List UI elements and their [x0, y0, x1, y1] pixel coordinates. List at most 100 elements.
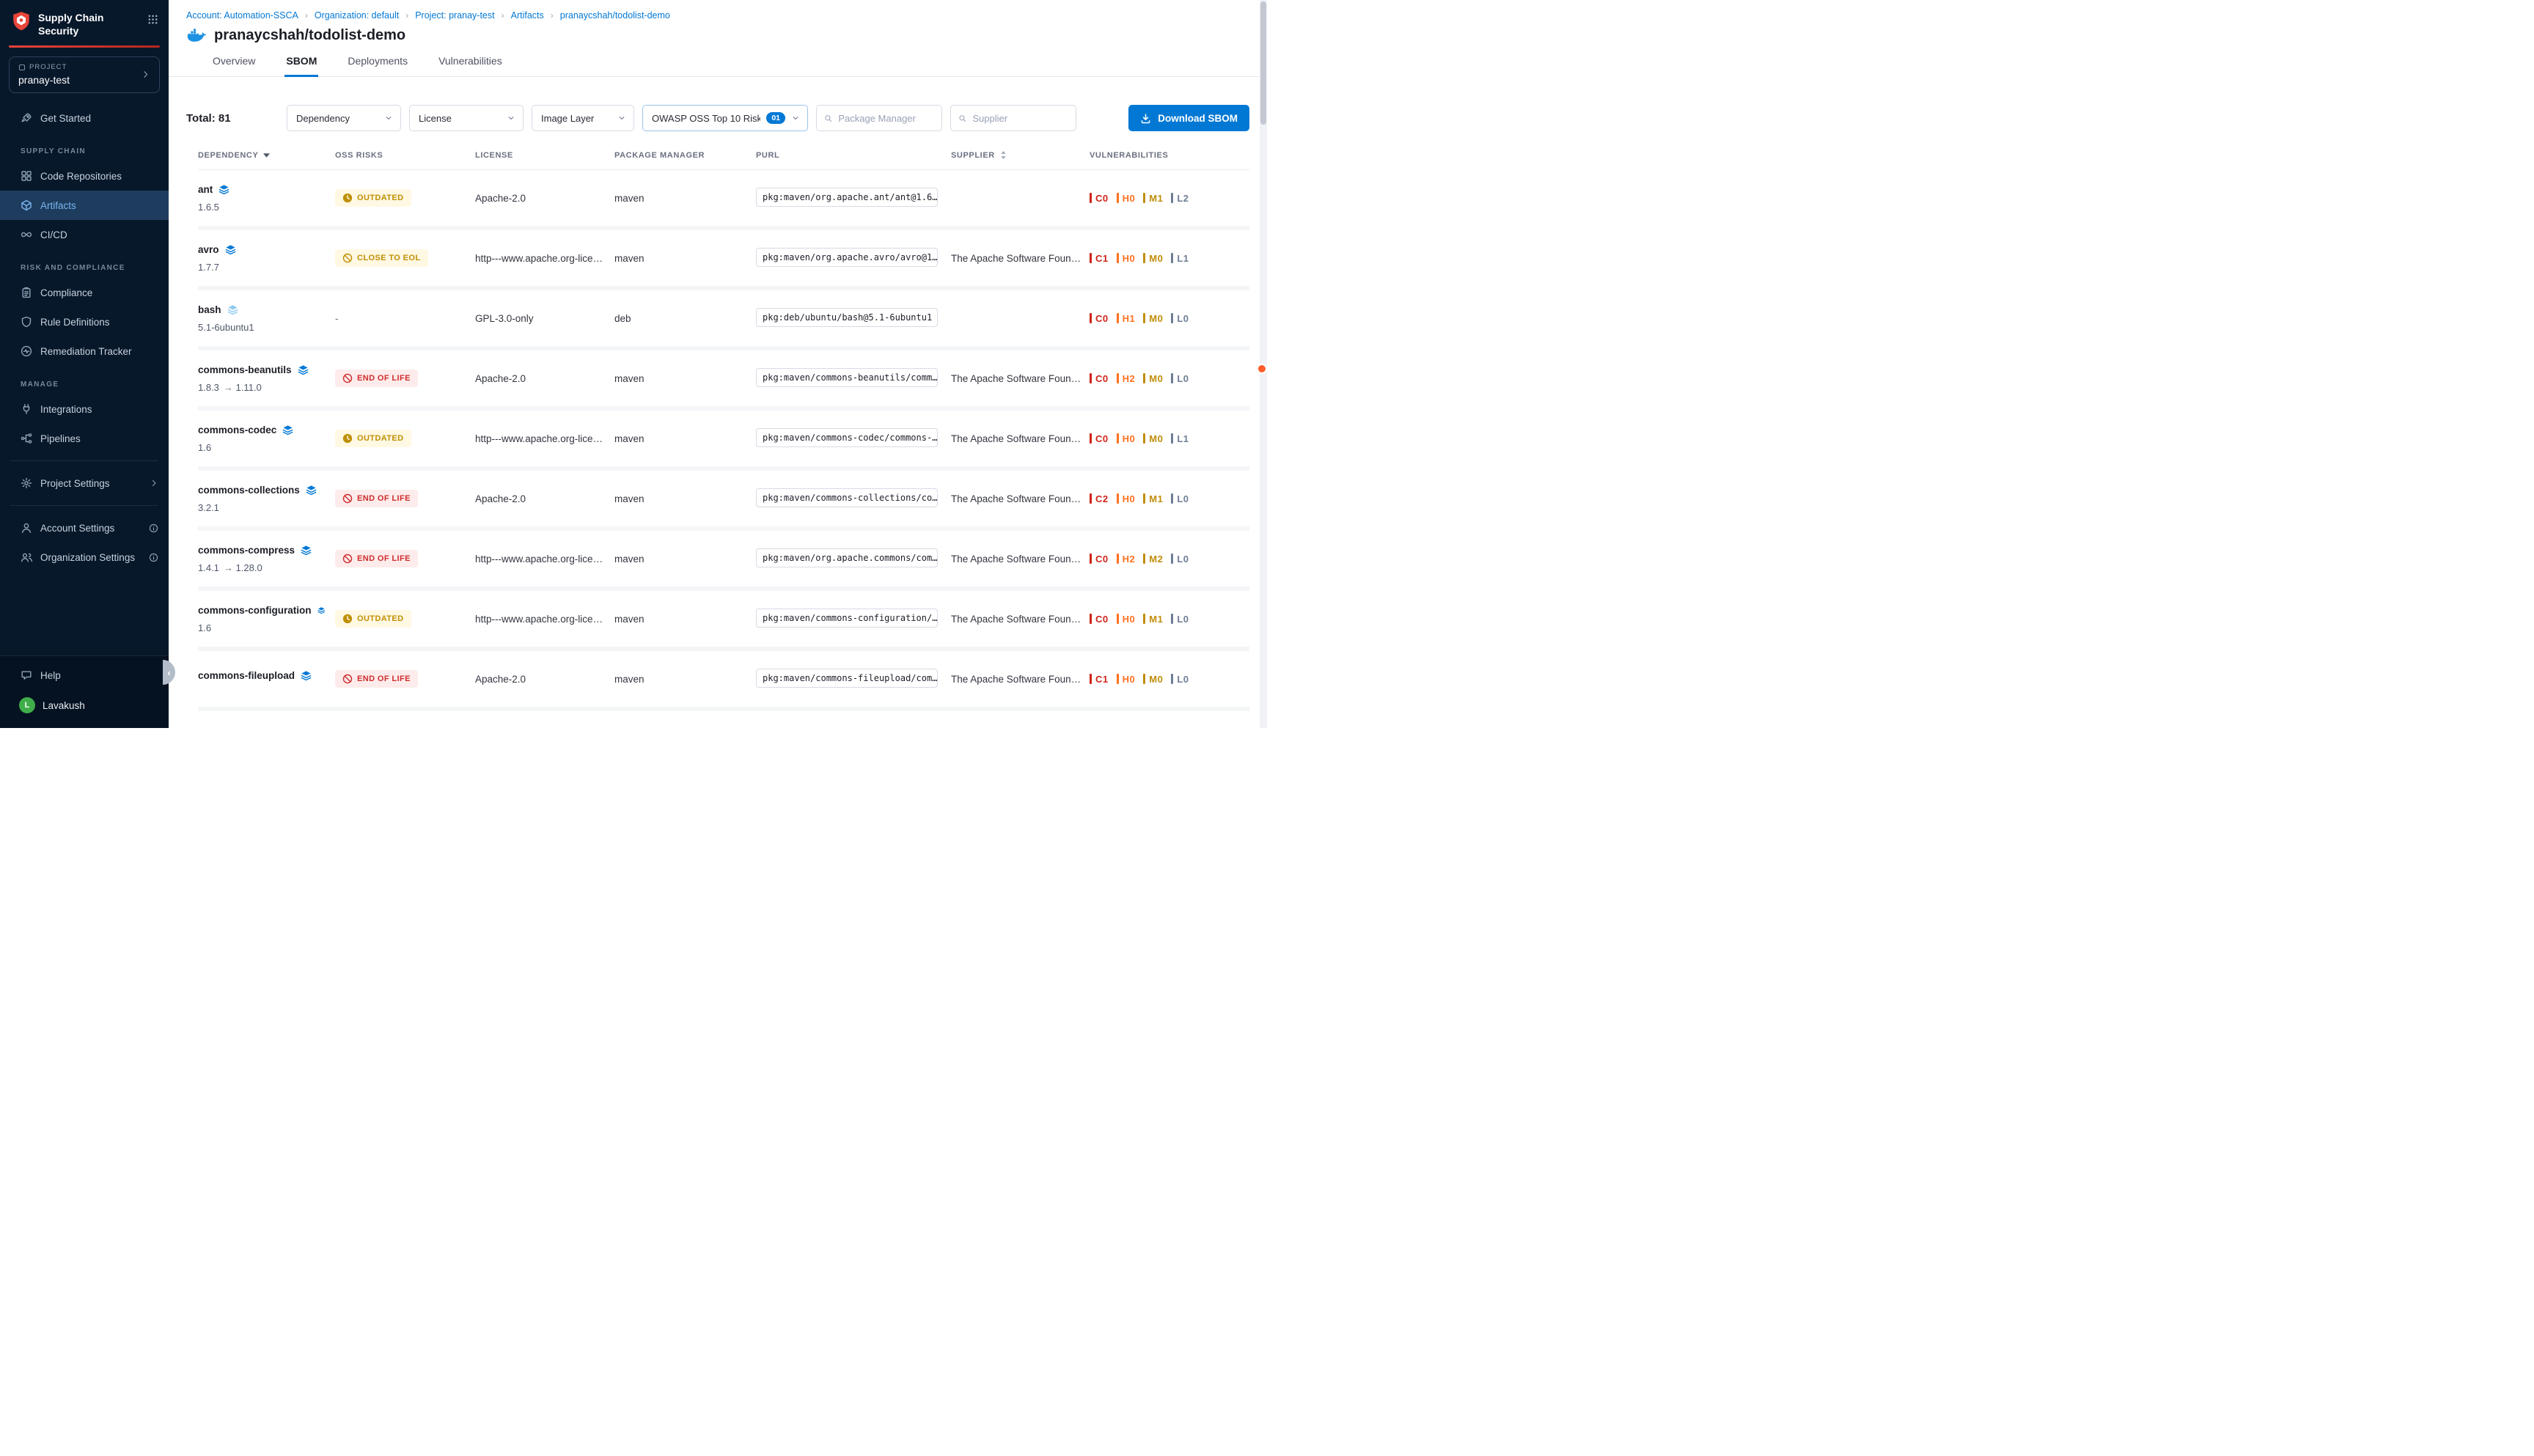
- sidebar-item-label: Project Settings: [40, 478, 110, 489]
- column-dependency[interactable]: DEPENDENCY: [198, 151, 335, 160]
- breadcrumb-project[interactable]: Project: pranay-test: [415, 10, 494, 21]
- purl-value[interactable]: pkg:maven/org.apache.ant/ant@1.6…: [756, 188, 938, 207]
- dropdown-label: Image Layer: [541, 113, 612, 124]
- pulse-icon: [21, 345, 32, 357]
- tab-vulnerabilities[interactable]: Vulnerabilities: [437, 48, 504, 76]
- purl-value[interactable]: pkg:deb/ubuntu/bash@5.1-6ubuntu1: [756, 308, 938, 327]
- table-row[interactable]: commons-fileupload END OF LIFE Apache-2.…: [198, 651, 1249, 711]
- license-cell: http---www.apache.org-lice…: [475, 433, 614, 444]
- vulnerability-counts: C0 H0 M1 L2: [1090, 193, 1249, 204]
- breadcrumb-current-artifact[interactable]: pranaycshah/todolist-demo: [560, 10, 670, 21]
- scrollbar-thumb[interactable]: [1260, 1, 1266, 125]
- purl-value[interactable]: pkg:maven/org.apache.commons/com…: [756, 548, 938, 567]
- sidebar-item-remediation-tracker[interactable]: Remediation Tracker: [0, 337, 169, 366]
- table-row[interactable]: commons-collections 3.2.1 END OF LIFE Ap…: [198, 471, 1249, 531]
- license: http---www.apache.org-lice…: [475, 554, 603, 565]
- sidebar-item-help[interactable]: Help: [0, 661, 169, 690]
- tab-overview[interactable]: Overview: [211, 48, 257, 76]
- dependency-filter-dropdown[interactable]: Dependency: [287, 105, 401, 131]
- oss-risk-cell: OUTDATED: [335, 189, 475, 207]
- apps-grid-icon[interactable]: [147, 14, 158, 25]
- upgrade-version: 1.28.0: [236, 562, 262, 573]
- sidebar-item-pipelines[interactable]: Pipelines: [0, 424, 169, 453]
- license-cell: http---www.apache.org-lice…: [475, 614, 614, 625]
- critical-count: C0: [1090, 614, 1109, 625]
- docker-icon: [186, 28, 207, 43]
- package-manager-search-input[interactable]: [838, 113, 934, 124]
- sidebar-item-cicd[interactable]: CI/CD: [0, 220, 169, 249]
- main-content: Account: Automation-SSCA › Organization:…: [169, 0, 1267, 728]
- sidebar-item-label: Account Settings: [40, 523, 114, 534]
- sidebar-item-artifacts[interactable]: Artifacts: [0, 191, 169, 220]
- notification-dot[interactable]: [1257, 364, 1267, 374]
- medium-count: M0: [1143, 373, 1163, 384]
- purl-cell: pkg:maven/org.apache.avro/avro@1…: [756, 248, 951, 269]
- severity-bar: [1171, 373, 1173, 383]
- breadcrumb-organization[interactable]: Organization: default: [315, 10, 399, 21]
- package-manager-cell: maven: [614, 493, 756, 504]
- oss-risk-badge: END OF LIFE: [335, 550, 418, 567]
- project-icon: [18, 64, 26, 71]
- package-manager: maven: [614, 674, 644, 685]
- sidebar-item-integrations[interactable]: Integrations: [0, 394, 169, 424]
- page-title: pranaycshah/todolist-demo: [214, 27, 405, 44]
- breadcrumb-account[interactable]: Account: Automation-SSCA: [186, 10, 298, 21]
- dependency-cell: commons-beanutils 1.8.3 → 1.11.0: [198, 364, 335, 393]
- divider: [10, 505, 158, 506]
- app-title-line2: Security: [38, 24, 140, 37]
- supplier-search-input[interactable]: [972, 113, 1068, 124]
- vulnerability-counts: C0 H0 M1 L0: [1090, 614, 1249, 625]
- severity-bar: [1143, 433, 1145, 444]
- sidebar-item-account-settings[interactable]: Account Settings: [0, 513, 169, 543]
- purl-value[interactable]: pkg:maven/commons-collections/co…: [756, 488, 938, 507]
- table-row[interactable]: ant 1.6.5 OUTDATED Apache-2.0 maven p: [198, 170, 1249, 230]
- tab-sbom[interactable]: SBOM: [284, 48, 318, 77]
- purl-value[interactable]: pkg:maven/org.apache.avro/avro@1…: [756, 248, 938, 267]
- sidebar-item-get-started[interactable]: Get Started: [0, 103, 169, 133]
- layers-icon: [227, 304, 238, 315]
- dependency-cell: avro 1.7.7: [198, 244, 335, 273]
- severity-bar: [1117, 373, 1119, 383]
- severity-bar: [1143, 193, 1145, 203]
- table-row[interactable]: commons-configuration 1.6 OUTDATED http-…: [198, 591, 1249, 651]
- oss-risk-badge: CLOSE TO EOL: [335, 249, 428, 267]
- severity-bar: [1090, 674, 1092, 684]
- table-row[interactable]: avro 1.7.7 CLOSE TO EOL http---www.apach…: [198, 230, 1249, 290]
- purl-value[interactable]: pkg:maven/commons-fileupload/com…: [756, 669, 938, 688]
- purl-value[interactable]: pkg:maven/commons-configuration/…: [756, 608, 938, 628]
- breadcrumb-artifacts[interactable]: Artifacts: [511, 10, 544, 21]
- sidebar-item-project-settings[interactable]: Project Settings: [0, 468, 169, 498]
- user-menu[interactable]: L Lavakush: [0, 690, 169, 721]
- sidebar-item-compliance[interactable]: Compliance: [0, 278, 169, 307]
- dependency-name: ant: [198, 184, 213, 195]
- package-manager-cell: maven: [614, 433, 756, 444]
- purl-value[interactable]: pkg:maven/commons-beanutils/comm…: [756, 368, 938, 387]
- oss-risk-cell: OUTDATED: [335, 610, 475, 628]
- dependency-name: commons-configuration: [198, 605, 312, 616]
- table-row[interactable]: commons-compress 1.4.1 → 1.28.0 END OF: [198, 531, 1249, 591]
- chevron-right-icon: [150, 479, 158, 488]
- sidebar-item-code-repositories[interactable]: Code Repositories: [0, 161, 169, 191]
- oss-risk-empty: -: [335, 313, 339, 324]
- supplier-cell: The Apache Software Foun…: [951, 433, 1090, 444]
- sidebar-item-organization-settings[interactable]: Organization Settings: [0, 543, 169, 572]
- image-layer-filter-dropdown[interactable]: Image Layer: [532, 105, 634, 131]
- license-filter-dropdown[interactable]: License: [409, 105, 524, 131]
- license: http---www.apache.org-lice…: [475, 614, 603, 625]
- table-row[interactable]: commons-codec 1.6 OUTDATED http---www.ap…: [198, 411, 1249, 471]
- critical-count: C1: [1090, 253, 1109, 264]
- low-count: L0: [1171, 674, 1189, 685]
- column-label: DEPENDENCY: [198, 151, 258, 160]
- project-selector[interactable]: PROJECT pranay-test: [9, 56, 160, 93]
- sidebar-item-rule-definitions[interactable]: Rule Definitions: [0, 307, 169, 337]
- high-count: H0: [1117, 493, 1136, 504]
- column-supplier[interactable]: SUPPLIER: [951, 150, 1090, 160]
- package-manager: maven: [614, 193, 644, 204]
- table-row[interactable]: commons-beanutils 1.8.3 → 1.11.0 END OF: [198, 350, 1249, 411]
- download-sbom-button[interactable]: Download SBOM: [1128, 105, 1249, 131]
- table-row[interactable]: bash 5.1-6ubuntu1 - GPL-3.0-only deb pkg…: [198, 290, 1249, 350]
- purl-value[interactable]: pkg:maven/commons-codec/commons-…: [756, 428, 938, 447]
- tab-deployments[interactable]: Deployments: [346, 48, 409, 76]
- owasp-risks-filter-dropdown[interactable]: OWASP OSS Top 10 Risks 01: [642, 105, 808, 131]
- clock-icon: [342, 614, 353, 624]
